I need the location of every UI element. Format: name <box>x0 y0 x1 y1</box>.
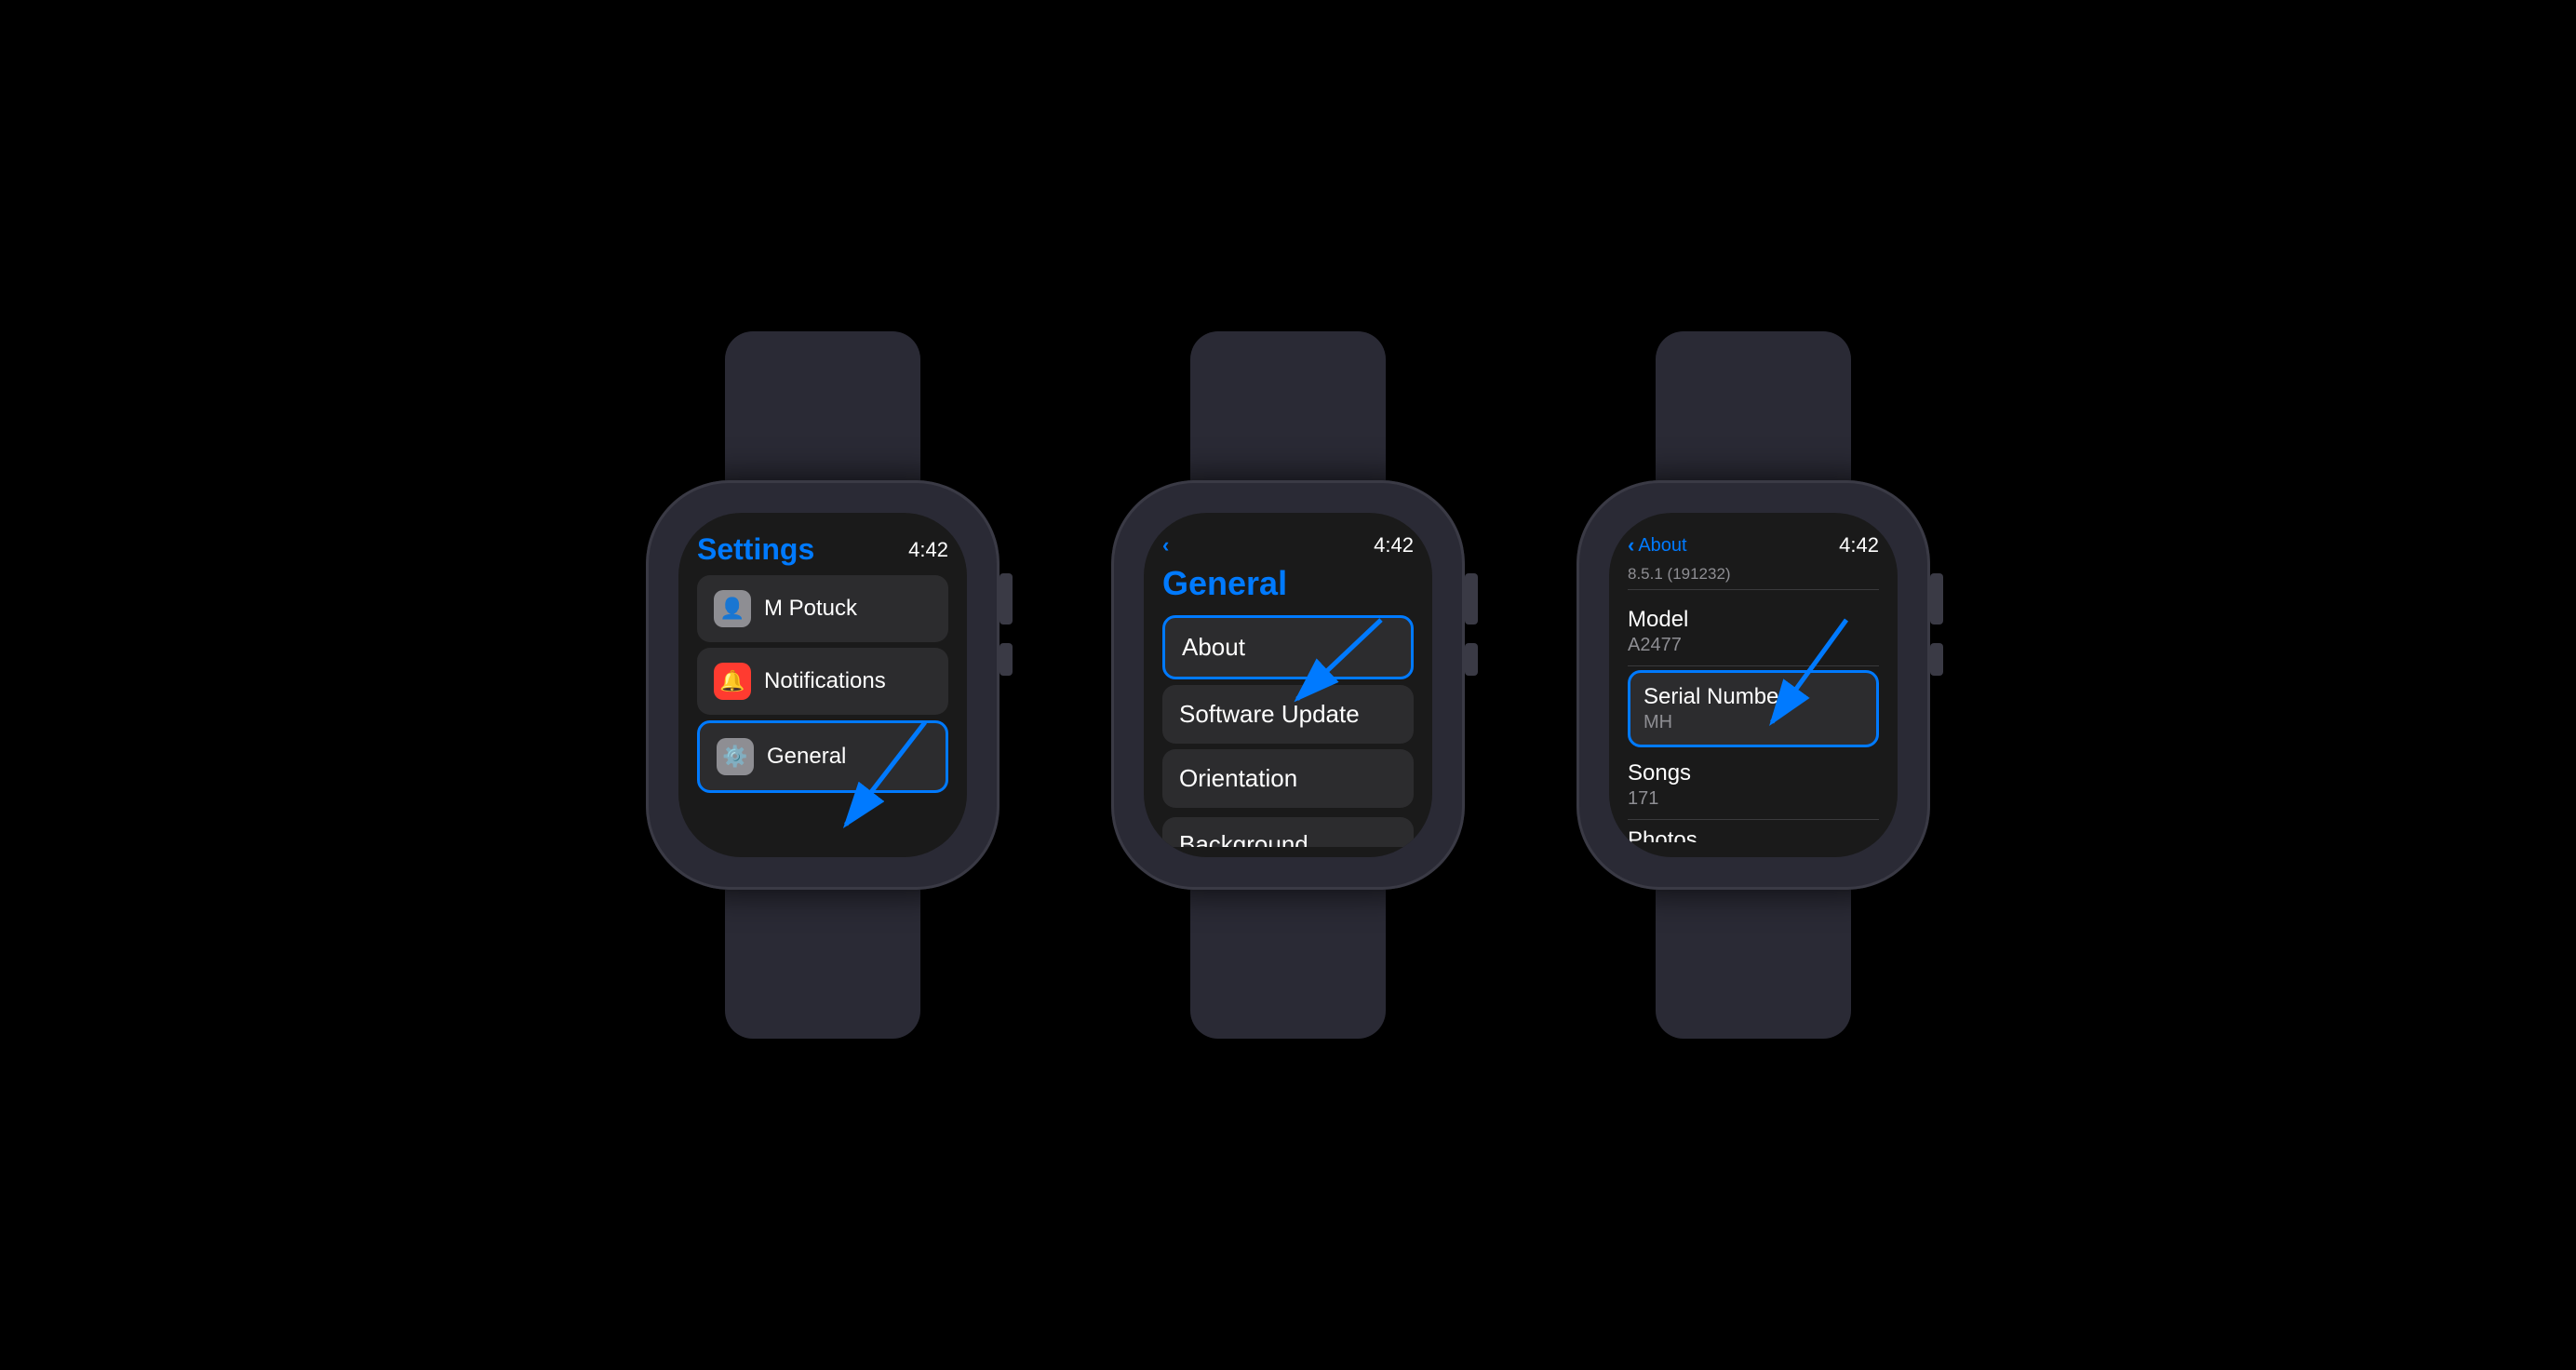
version-text: 8.5.1 (191232) <box>1628 565 1731 583</box>
watch-2: ‹ 4:42 General About Software Update <box>1111 331 1465 1039</box>
band-top-2 <box>1190 331 1386 480</box>
detail-serial[interactable]: Serial Number MH <box>1628 670 1879 747</box>
watch-body-3: ‹ About 4:42 8.5.1 (191232) Model A2477 … <box>1576 480 1930 890</box>
menu-item-general[interactable]: ⚙️ General <box>697 720 948 793</box>
watch-screen-2: ‹ 4:42 General About Software Update <box>1144 513 1432 857</box>
watch-crown-2 <box>1465 573 1478 625</box>
model-label: Model <box>1628 607 1879 633</box>
mpotuck-label: M Potuck <box>764 596 857 622</box>
menu-item-about[interactable]: About <box>1162 615 1414 679</box>
watch-crown-3 <box>1930 573 1943 625</box>
watch-screen-3: ‹ About 4:42 8.5.1 (191232) Model A2477 … <box>1609 513 1898 857</box>
back-button-3[interactable]: ‹ About <box>1628 533 1687 557</box>
watch3-time: 4:42 <box>1839 533 1879 557</box>
model-value: A2477 <box>1628 635 1879 656</box>
serial-label: Serial Number <box>1644 684 1863 710</box>
settings-title: Settings <box>697 533 814 566</box>
back-label-3: About <box>1638 535 1686 557</box>
background-label: Background <box>1179 830 1308 847</box>
general-page-title: General <box>1162 565 1414 602</box>
menu-item-orientation[interactable]: Orientation <box>1162 749 1414 808</box>
watch-body-1: Settings 4:42 👤 M Potuck 🔔 Notifications <box>646 480 1000 890</box>
songs-label: Songs <box>1628 760 1879 786</box>
photos-label: Photos <box>1628 827 1879 842</box>
menu-item-software-update[interactable]: Software Update <box>1162 685 1414 744</box>
user-icon: 👤 <box>714 590 751 627</box>
watch-side-btn-3 <box>1930 643 1943 676</box>
general-icon: ⚙️ <box>717 738 754 775</box>
watch1-menu: 👤 M Potuck 🔔 Notifications ⚙️ General <box>697 575 948 842</box>
back-header-2: ‹ 4:42 <box>1162 533 1414 557</box>
watch2-menu: About Software Update Orientation Backgr… <box>1162 615 1414 847</box>
watch-1: Settings 4:42 👤 M Potuck 🔔 Notifications <box>646 331 1000 1039</box>
back-header-3: ‹ About 4:42 <box>1628 533 1879 557</box>
band-top-3 <box>1656 331 1851 480</box>
menu-item-notifications[interactable]: 🔔 Notifications <box>697 648 948 715</box>
watch-body-2: ‹ 4:42 General About Software Update <box>1111 480 1465 890</box>
band-top-1 <box>725 331 920 480</box>
menu-item-mpotuck[interactable]: 👤 M Potuck <box>697 575 948 642</box>
detail-model: Model A2477 <box>1628 598 1879 666</box>
general-label: General <box>767 744 846 770</box>
band-bottom-1 <box>725 890 920 1039</box>
watch-side-btn-2 <box>1465 643 1478 676</box>
orientation-label: Orientation <box>1179 764 1297 793</box>
band-bottom-2 <box>1190 890 1386 1039</box>
watch-3: ‹ About 4:42 8.5.1 (191232) Model A2477 … <box>1576 331 1930 1039</box>
status-bar-1: Settings 4:42 <box>697 533 948 566</box>
about-label: About <box>1182 633 1245 662</box>
back-button-2[interactable]: ‹ <box>1162 533 1169 557</box>
watch2-time: 4:42 <box>1374 533 1414 557</box>
serial-value: MH <box>1644 712 1863 733</box>
menu-item-background-partial[interactable]: Background <box>1162 817 1414 847</box>
watch-screen-1: Settings 4:42 👤 M Potuck 🔔 Notifications <box>678 513 967 857</box>
watch-side-btn-1 <box>1000 643 1013 676</box>
software-update-label: Software Update <box>1179 700 1360 729</box>
watch-crown-1 <box>1000 573 1013 625</box>
detail-songs: Songs 171 <box>1628 751 1879 820</box>
detail-photos-partial: Photos <box>1628 820 1879 842</box>
watch1-time: 4:42 <box>908 538 948 562</box>
notifications-label: Notifications <box>764 668 886 694</box>
songs-value: 171 <box>1628 788 1879 810</box>
notifications-icon: 🔔 <box>714 663 751 700</box>
band-bottom-3 <box>1656 890 1851 1039</box>
